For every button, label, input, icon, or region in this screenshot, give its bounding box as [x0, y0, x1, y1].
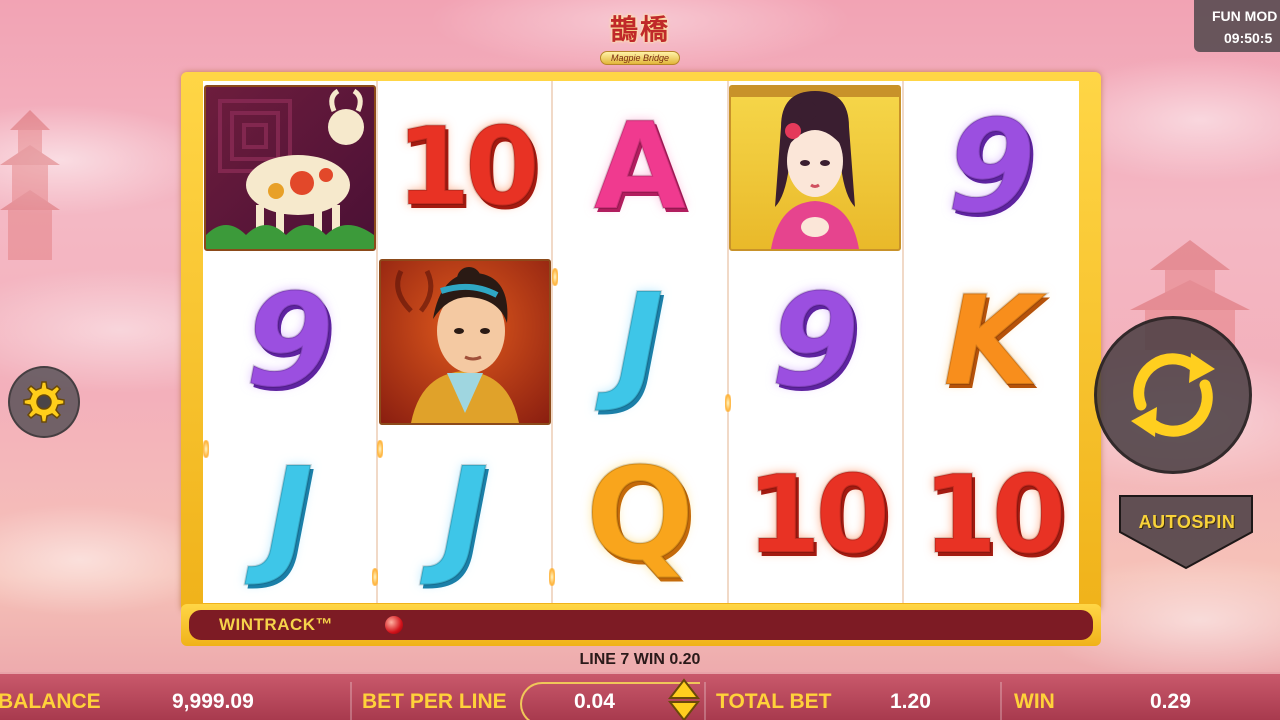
sparkle-effect [549, 568, 555, 586]
nine-symbol: 9 [946, 93, 1037, 242]
bet-per-line-value: 0.04 [574, 690, 615, 713]
queen-symbol: Q [585, 441, 696, 590]
reel-cell [378, 255, 551, 429]
bottom-status-bar: BALANCE 9,999.09 BET PER LINE 0.04 TOTAL… [0, 672, 1280, 720]
win-value: 0.29 [1150, 690, 1191, 713]
reel-2: 10 J [378, 81, 554, 603]
reel-cell: A [553, 81, 726, 255]
bet-per-line-label: BET PER LINE [362, 690, 507, 713]
reel-cell: K [904, 255, 1079, 429]
nine-symbol: 9 [770, 267, 861, 416]
sparkle-effect [377, 440, 383, 458]
ten-symbol: 10 [921, 453, 1067, 578]
divider [704, 682, 706, 720]
ace-symbol: A [593, 98, 688, 237]
cowherd-icon [395, 267, 519, 423]
settings-button[interactable] [8, 366, 80, 438]
spin-circle [1094, 316, 1252, 474]
king-symbol: K [942, 270, 1040, 414]
reel-cell: 9 [729, 255, 902, 429]
reel-3: A J Q [553, 81, 729, 603]
reel-cell: 10 [729, 429, 902, 603]
sparkle-effect [725, 394, 731, 412]
ox-icon [205, 88, 374, 249]
reel-1: 9 J [203, 81, 379, 603]
reel-cell: J [203, 429, 376, 603]
divider [350, 682, 352, 720]
weaver-girl-icon [731, 87, 900, 249]
win-label: WIN [1014, 690, 1055, 713]
fun-mode-label: FUN MOD [1212, 8, 1278, 24]
autospin-label: AUTOSPIN [1138, 512, 1236, 532]
cowherd-symbol [378, 259, 551, 425]
game-logo: 鵲橋 Magpie Bridge [580, 8, 700, 78]
reel-cell [729, 81, 902, 255]
reel-cell: 10 [378, 81, 551, 255]
divider [1000, 682, 1002, 720]
jack-symbol: J [615, 267, 665, 416]
reel-cell: 9 [904, 81, 1079, 255]
logo-english-title: Magpie Bridge [599, 51, 681, 65]
reel-cell: J [553, 255, 726, 429]
ten-symbol: 10 [395, 105, 541, 230]
reel-cell: 10 [904, 429, 1079, 603]
balance-label: BALANCE [0, 690, 101, 713]
clock: 09:50:5 [1224, 30, 1273, 46]
wintrack-label: WINTRACK™ [219, 615, 334, 634]
spin-button[interactable] [1094, 316, 1252, 494]
reels-frame: 9 J 10 J A J Q 9 10 9 K 10 [181, 72, 1101, 612]
gear-icon [23, 381, 65, 423]
wintrack-marker [385, 616, 403, 634]
sparkle-effect [203, 440, 209, 458]
refresh-arrows-icon [1131, 353, 1215, 437]
sparkle-effect [372, 568, 378, 586]
ten-symbol: 10 [745, 453, 891, 578]
nine-symbol: 9 [244, 267, 335, 416]
bet-stepper-arrows-icon[interactable] [668, 678, 700, 720]
fun-mode-panel: FUN MOD 09:50:5 [1194, 0, 1280, 52]
line-win-message: LINE 7 WIN 0.20 [579, 651, 701, 668]
reel-4: 9 10 [728, 81, 904, 603]
total-bet-value: 1.20 [890, 690, 931, 713]
sparkle-effect [552, 268, 558, 286]
wintrack-bar: WINTRACK™ [181, 604, 1101, 646]
reel-cell: J [378, 429, 551, 603]
reel-cell: 9 [203, 255, 376, 429]
wintrack-track: WINTRACK™ [189, 610, 1093, 640]
balance-value: 9,999.09 [172, 690, 254, 713]
logo-chinese-title: 鵲橋 [609, 13, 670, 46]
total-bet-label: TOTAL BET [716, 690, 832, 713]
reels-grid: 9 J 10 J A J Q 9 10 9 K 10 [203, 81, 1079, 603]
jack-symbol: J [440, 441, 490, 590]
weaver-girl-symbol [729, 85, 902, 251]
pagoda-decoration-left [0, 110, 60, 260]
jack-symbol: J [265, 441, 315, 590]
reel-cell [203, 81, 376, 255]
ox-symbol [203, 85, 376, 251]
reel-5: 9 K 10 [903, 81, 1079, 603]
reel-cell: Q [553, 429, 726, 603]
